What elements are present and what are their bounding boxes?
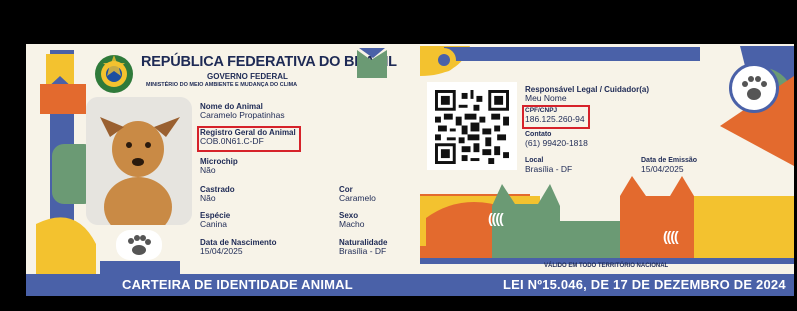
guardian-value: Meu Nome (525, 93, 567, 103)
microchip-field: Microchip Não (200, 157, 238, 175)
cor-field: Cor Caramelo (339, 185, 376, 203)
dog-photo-icon (86, 97, 192, 225)
cpf-field: CPF/CNPJ 186.125.260-94 (525, 106, 585, 124)
green-cat-stripes: (((( (488, 210, 504, 226)
cor-value: Caramelo (339, 193, 376, 203)
left-orange-arrow (40, 84, 86, 114)
banner-right-text: LEI Nº15.046, DE 17 DE DEZEMBRO DE 2024 (503, 277, 786, 292)
card-subtitle: GOVERNO FEDERAL (207, 72, 288, 81)
animal-name-field: Nome do Animal Caramelo Propatinhas (200, 102, 285, 120)
paw-icon (742, 76, 767, 100)
animal-photo (86, 97, 192, 225)
validity-text: VÁLIDO EM TODO TERRITÓRIO NACIONAL (544, 263, 669, 269)
paw-badge (116, 230, 162, 260)
guardian-field: Responsável Legal / Cuidador(a) Meu Nome (525, 85, 649, 103)
top-decor (357, 48, 387, 78)
especie-field: Espécie Canina (200, 211, 230, 229)
banner-left-text: CARTEIRA DE IDENTIDADE ANIMAL (122, 277, 353, 292)
birthdate-field: Data de Nascimento 15/04/2025 (200, 238, 276, 256)
ministry-name: MINISTÉRIO DO MEIO AMBIENTE E MUDANÇA DO… (146, 82, 298, 88)
rga-value: COB.0N61.C-DF (200, 136, 264, 146)
left-bottom-decor (100, 261, 180, 275)
paw-circle (729, 63, 779, 113)
animal-name-value: Caramelo Propatinhas (200, 110, 285, 120)
cpf-value: 186.125.260-94 (525, 114, 585, 124)
coat-of-arms-icon (95, 55, 133, 93)
local-value: Brasília - DF (525, 164, 573, 174)
paw-icon (128, 235, 151, 255)
sexo-value: Macho (339, 219, 365, 229)
contact-value: (61) 99420-1818 (525, 138, 588, 148)
microchip-value: Não (200, 165, 216, 175)
local-field: Local Brasília - DF (525, 156, 572, 174)
especie-value: Canina (200, 219, 227, 229)
contact-field: Contato (61) 99420-1818 (525, 130, 588, 148)
naturalidade-field: Naturalidade Brasília - DF (339, 238, 387, 256)
qr-code-icon (435, 90, 509, 164)
sexo-field: Sexo Macho (339, 211, 365, 229)
issue-date-value: 15/04/2025 (641, 164, 684, 174)
naturalidade-value: Brasília - DF (339, 246, 387, 256)
birthdate-value: 15/04/2025 (200, 246, 243, 256)
castrado-value: Não (200, 193, 216, 203)
issue-date-field: Data de Emissão 15/04/2025 (641, 156, 697, 174)
rga-field: Registro Geral do Animal COB.0N61.C-DF (200, 128, 296, 146)
castrado-field: Castrado Não (200, 185, 235, 203)
orange-cat-stripes: (((( (663, 228, 679, 244)
left-yellow-wave (36, 217, 96, 276)
bottom-banner: CARTEIRA DE IDENTIDADE ANIMAL LEI Nº15.0… (26, 274, 794, 296)
